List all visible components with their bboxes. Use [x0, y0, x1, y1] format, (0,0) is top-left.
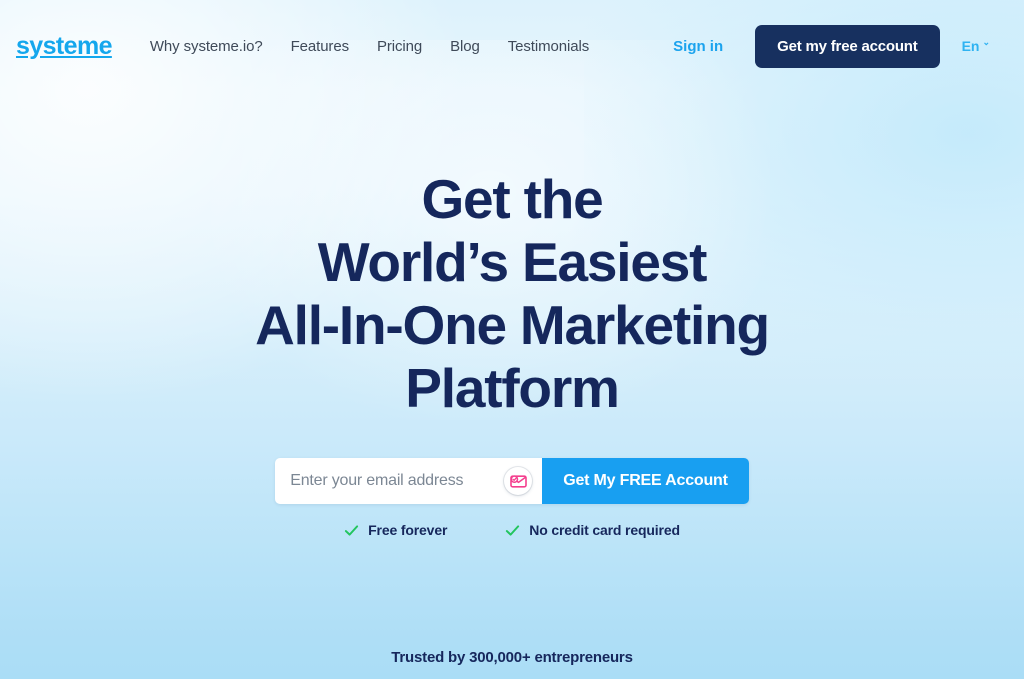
chevron-down-icon: ⌄ [982, 37, 990, 47]
benefit-no-credit-card: No credit card required [505, 522, 680, 538]
benefit-label: No credit card required [529, 522, 680, 538]
envelope-icon [504, 467, 533, 495]
get-my-free-account-button[interactable]: Get My FREE Account [542, 458, 749, 504]
hero-section: Get the World’s Easiest All-In-One Marke… [0, 92, 1024, 538]
headline-line-4: Platform [405, 357, 620, 419]
email-input[interactable] [275, 458, 543, 504]
benefit-label: Free forever [368, 522, 448, 538]
page-title: Get the World’s Easiest All-In-One Marke… [92, 168, 932, 420]
nav-item-blog[interactable]: Blog [450, 38, 480, 55]
headline-line-1: Get the [421, 168, 603, 230]
sign-in-link[interactable]: Sign in [673, 38, 723, 55]
headline-line-2: World’s Easiest [317, 231, 708, 293]
headline-line-3: All-In-One Marketing [255, 294, 770, 356]
signup-form-row: Get My FREE Account [0, 458, 1024, 504]
site-header: systeme Why systeme.io? Features Pricing… [0, 0, 1024, 92]
logo-systeme[interactable]: systeme [16, 33, 112, 59]
check-icon [506, 524, 520, 536]
benefits-list: Free forever No credit card required [0, 522, 1024, 538]
header-get-free-account-button[interactable]: Get my free account [755, 24, 940, 68]
landing-page: systeme Why systeme.io? Features Pricing… [0, 0, 1024, 679]
header-actions: Sign in Get my free account En ⌄ [673, 24, 1008, 68]
language-selector-label: En [961, 38, 980, 54]
signup-form: Get My FREE Account [275, 458, 749, 504]
language-selector[interactable]: En ⌄ [961, 37, 990, 55]
trust-badge-text: Trusted by 300,000+ entrepreneurs [391, 649, 633, 666]
nav-item-pricing[interactable]: Pricing [377, 38, 422, 55]
main-navigation: Why systeme.io? Features Pricing Blog Te… [150, 38, 589, 55]
nav-item-testimonials[interactable]: Testimonials [508, 38, 589, 55]
nav-item-features[interactable]: Features [291, 38, 350, 55]
benefit-free-forever: Free forever [344, 522, 447, 538]
email-field-wrapper [275, 458, 543, 504]
check-icon [345, 524, 359, 536]
nav-item-why-systeme[interactable]: Why systeme.io? [150, 38, 263, 55]
